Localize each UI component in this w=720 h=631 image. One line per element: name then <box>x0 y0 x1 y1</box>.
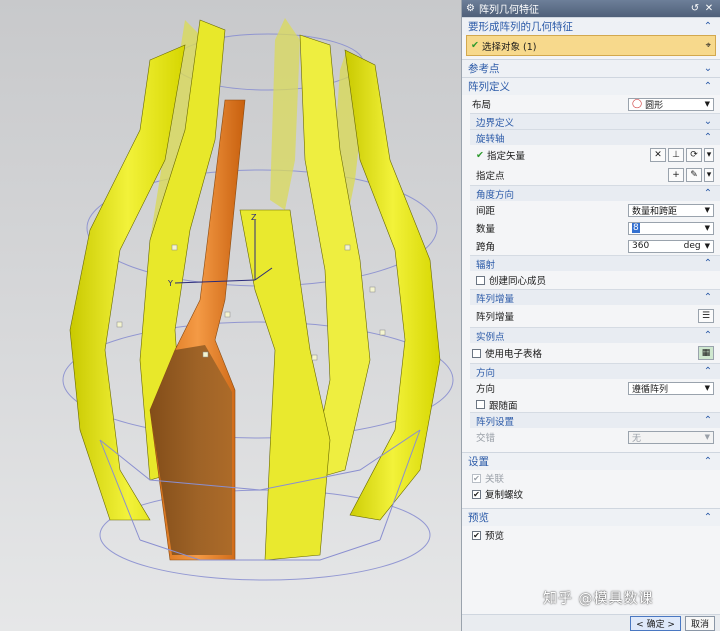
dropdown-arrow-icon[interactable]: ▾ <box>704 168 714 182</box>
svg-text:Z: Z <box>251 213 257 222</box>
subsection-increment[interactable]: 阵列增量 ⌃ <box>470 289 720 305</box>
dropdown-arrow-icon: ▼ <box>704 224 710 232</box>
copy-thread-checkbox[interactable]: ✔ <box>472 489 481 499</box>
chevron-down-icon[interactable]: ⌄ <box>702 116 714 127</box>
chevron-up-icon[interactable]: ⌃ <box>702 415 714 426</box>
cancel-button[interactable]: 取消 <box>684 615 715 631</box>
chevron-down-icon[interactable]: ⌄ <box>702 63 714 74</box>
dropdown-arrow-icon[interactable]: ▾ <box>704 148 714 162</box>
dialog-title: 阵列几何特征 <box>478 5 539 16</box>
dropdown-arrow-icon: ▼ <box>704 206 710 214</box>
watermark: 知乎 @模具数课 <box>543 591 654 607</box>
point-dialog-icon[interactable]: + <box>668 168 684 182</box>
subsection-angle-direction[interactable]: 角度方向 ⌃ <box>470 185 720 201</box>
section-preview[interactable]: 预览 ⌃ <box>462 508 720 526</box>
subsection-pattern-settings[interactable]: 阵列设置 ⌃ <box>470 412 720 428</box>
chevron-up-icon[interactable]: ⌃ <box>702 366 714 377</box>
orientation-row: 方向 遵循阵列 ▼ <box>462 379 720 397</box>
stagger-row: 交错 无 ▼ <box>462 428 720 446</box>
orientation-select[interactable]: 遵循阵列 ▼ <box>628 381 714 395</box>
chevron-up-icon[interactable]: ⌃ <box>702 81 714 92</box>
copy-thread-row[interactable]: ✔ 复制螺纹 <box>462 486 720 502</box>
layout-select[interactable]: ◯ 圆形 ▼ <box>628 97 714 111</box>
chevron-up-icon[interactable]: ⌃ <box>702 512 714 523</box>
chevron-up-icon[interactable]: ⌃ <box>702 330 714 341</box>
chevron-up-icon[interactable]: ⌃ <box>702 21 714 32</box>
gear-icon: ⚙ <box>466 3 475 14</box>
ok-button[interactable]: < 确定 > <box>630 615 681 631</box>
preview-checkbox[interactable]: ✔ <box>472 530 481 540</box>
spacing-row: 间距 数量和跨距 ▼ <box>462 201 720 219</box>
chevron-up-icon[interactable]: ⌃ <box>702 456 714 467</box>
rib-center-right <box>239 209 331 561</box>
span-angle-row: 跨角 360 deg ▼ <box>462 237 720 255</box>
increment-dialog-icon[interactable]: ☰ <box>698 309 714 323</box>
preview-row[interactable]: ✔ 预览 <box>462 526 720 544</box>
close-icon[interactable]: ✕ <box>702 3 716 14</box>
specify-vector-row: ✔ 指定矢量 ✕ ⊥ ⟳ ▾ <box>462 145 720 165</box>
dialog-footer: < 确定 > 取消 <box>462 614 720 631</box>
chevron-up-icon[interactable]: ⌃ <box>702 292 714 303</box>
crosshair-icon[interactable]: ⌖ <box>706 40 711 51</box>
section-pattern-def[interactable]: 阵列定义 ⌃ <box>462 77 720 95</box>
subsection-radiate[interactable]: 辐射 ⌃ <box>470 255 720 271</box>
chevron-up-icon[interactable]: ⌃ <box>702 188 714 199</box>
count-input[interactable]: 8 ▼ <box>628 221 714 235</box>
reverse-vector-icon[interactable]: ✕ <box>650 148 666 162</box>
vector-type-icon[interactable]: ⟳ <box>686 148 702 162</box>
associative-row: ✔ 关联 <box>472 473 505 485</box>
section-features[interactable]: 要形成阵列的几何特征 ⌃ <box>462 17 720 35</box>
dropdown-arrow-icon: ▼ <box>704 100 710 108</box>
section-ref-point[interactable]: 参考点 ⌄ <box>462 59 720 77</box>
count-row: 数量 8 ▼ <box>462 219 720 237</box>
section-settings[interactable]: 设置 ⌃ <box>462 452 720 470</box>
associative-checkbox: ✔ <box>472 473 481 483</box>
concentric-row[interactable]: 创建同心成员 <box>462 271 720 289</box>
specify-point-row: 指定点 + ✎ ▾ <box>462 165 720 185</box>
spreadsheet-checkbox[interactable] <box>472 348 481 358</box>
spacing-select[interactable]: 数量和跨距 ▼ <box>628 203 714 217</box>
increment-row: 阵列增量 ☰ <box>462 305 720 327</box>
subsection-orientation[interactable]: 方向 ⌃ <box>470 363 720 379</box>
spreadsheet-row[interactable]: 使用电子表格 ▦ <box>462 343 720 363</box>
dropdown-arrow-icon: ▼ <box>704 433 710 441</box>
model-scene: Z Y <box>62 18 454 581</box>
check-icon: ✔ <box>476 149 484 161</box>
subsection-instance[interactable]: 实例点 ⌃ <box>470 327 720 343</box>
graphics-viewport[interactable]: Z Y <box>0 0 461 631</box>
subsection-boundary[interactable]: 边界定义 ⌄ <box>470 113 720 129</box>
chevron-up-icon[interactable]: ⌃ <box>702 258 714 269</box>
check-icon: ✔ <box>471 40 479 51</box>
chevron-up-icon[interactable]: ⌃ <box>702 132 714 143</box>
pattern-geometry-dialog[interactable]: ⚙ 阵列几何特征 ↺ ✕ 要形成阵列的几何特征 ⌃ ✔ 选择对象 (1) ⌖ 参… <box>461 0 720 631</box>
follow-face-checkbox[interactable] <box>476 400 485 409</box>
dialog-titlebar[interactable]: ⚙ 阵列几何特征 ↺ ✕ <box>462 0 720 17</box>
vector-dialog-icon[interactable]: ⊥ <box>668 148 684 162</box>
circle-layout-icon: ◯ <box>632 99 643 109</box>
select-object-row[interactable]: ✔ 选择对象 (1) ⌖ <box>466 35 716 56</box>
concentric-checkbox[interactable] <box>476 275 485 285</box>
reset-icon[interactable]: ↺ <box>688 3 702 14</box>
subsection-rotation-axis[interactable]: 旋转轴 ⌃ <box>470 129 720 145</box>
point-type-icon[interactable]: ✎ <box>686 168 702 182</box>
layout-row: 布局 ◯ 圆形 ▼ <box>462 95 720 113</box>
stagger-select: 无 ▼ <box>628 430 714 444</box>
svg-text:Y: Y <box>167 279 173 288</box>
rib-back-2 <box>270 18 300 210</box>
dropdown-arrow-icon: ▼ <box>704 384 710 392</box>
span-angle-input[interactable]: 360 deg ▼ <box>628 239 714 253</box>
follow-face-row[interactable]: 跟随面 <box>462 397 720 412</box>
dropdown-arrow-icon: ▼ <box>704 242 710 250</box>
spreadsheet-icon[interactable]: ▦ <box>698 346 714 360</box>
